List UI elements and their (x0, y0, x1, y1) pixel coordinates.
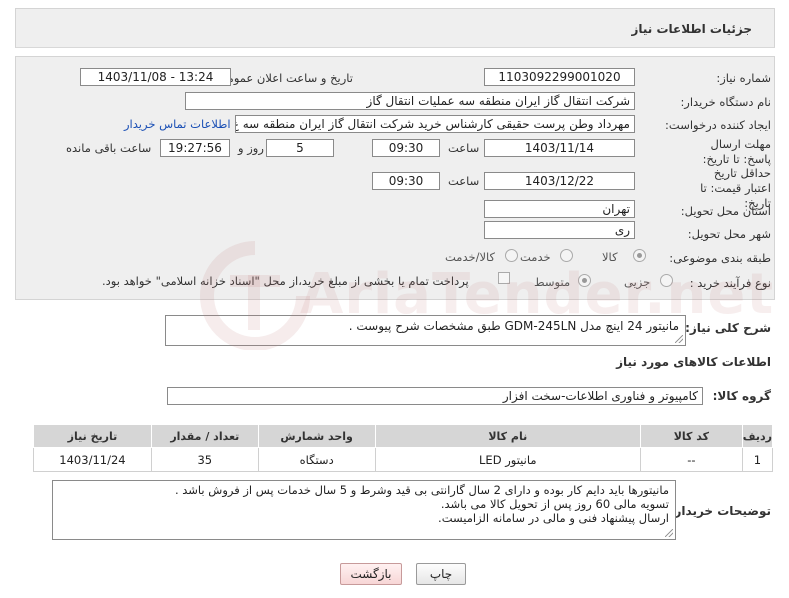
buyer-org-label: نام دستگاه خریدار: (680, 95, 771, 109)
buyer-org-field[interactable]: شرکت انتقال گاز ایران منطقه سه عملیات ان… (185, 92, 635, 110)
watermark-text: AriaTender.net (300, 262, 775, 327)
requester-field[interactable]: مهرداد وطن پرست حقیقی کارشناس خرید شرکت … (235, 115, 635, 133)
buyer-note-line-2: تسویه مالی 60 روز پس از تحویل کالا می با… (440, 497, 669, 511)
province-field[interactable]: تهران (484, 200, 635, 218)
price-validity-time-label: ساعت (448, 174, 480, 188)
buyer-notes-box[interactable]: مانیتورها باید دایم کار بوده و دارای 2 س… (52, 480, 676, 540)
cell-qty: 35 (150, 447, 259, 472)
deadline-days-label: روز و (238, 141, 264, 155)
deadline-time-label: ساعت (448, 141, 480, 155)
category-radio-goods-service[interactable] (505, 249, 518, 262)
cell-unit: دستگاه (257, 447, 376, 472)
page-header: جزئیات اطلاعات نیاز (15, 8, 775, 48)
deadline-date-field[interactable]: 1403/11/14 (484, 139, 635, 157)
category-radio-service[interactable] (560, 249, 573, 262)
deadline-time-field[interactable]: 09:30 (372, 139, 440, 157)
goods-group-label: گروه کالا: (712, 389, 771, 403)
announce-datetime-field[interactable]: 1403/11/08 - 13:24 (80, 68, 231, 86)
resize-handle-icon[interactable] (665, 529, 673, 537)
cell-code: -- (639, 447, 743, 472)
cell-date: 1403/11/24 (33, 447, 152, 472)
cell-name: مانیتور LED (374, 447, 641, 472)
buyer-note-line-3: ارسال پیشنهاد فنی و مالی در سامانه الزام… (438, 511, 669, 525)
cell-row-num: 1 (741, 447, 774, 472)
province-label: استان محل تحویل: (680, 204, 771, 218)
requester-label: ایجاد کننده درخواست: (665, 118, 771, 132)
buyer-notes-label: توضیحات خریدار: (669, 504, 771, 518)
goods-info-title: اطلاعات کالاهای مورد نیاز (616, 355, 771, 369)
city-field[interactable]: ری (484, 221, 635, 239)
deadline-label: مهلت ارسال پاسخ: تا تاریخ: (702, 137, 771, 166)
items-table: ردیف کد کالا نام کالا واحد شمارش تعداد /… (33, 424, 774, 472)
resize-handle-icon[interactable] (675, 335, 683, 343)
remaining-time-label: ساعت باقی مانده (66, 141, 152, 155)
city-label: شهر محل تحویل: (687, 227, 771, 241)
goods-group-field[interactable]: کامپیوتر و فناوری اطلاعات-سخت افزار (167, 387, 703, 405)
col-header-unit: واحد شمارش (257, 424, 376, 448)
buyer-contact-link[interactable]: اطلاعات تماس خریدار (124, 117, 231, 131)
back-button[interactable]: بازگشت (340, 563, 402, 585)
category-radio-goods[interactable] (633, 249, 646, 262)
need-number-field[interactable]: 1103092299001020 (484, 68, 635, 86)
col-header-name: نام کالا (374, 424, 641, 448)
col-header-row-num: ردیف (741, 424, 774, 448)
print-button[interactable]: چاپ (416, 563, 466, 585)
remaining-time-field[interactable]: 19:27:56 (160, 139, 230, 157)
page-title: جزئیات اطلاعات نیاز (631, 22, 752, 36)
table-header-row: ردیف کد کالا نام کالا واحد شمارش تعداد /… (33, 424, 774, 448)
col-header-code: کد کالا (639, 424, 743, 448)
price-validity-date-field[interactable]: 1403/12/22 (484, 172, 635, 190)
deadline-days-field[interactable]: 5 (266, 139, 334, 157)
price-validity-time-field[interactable]: 09:30 (372, 172, 440, 190)
buyer-note-line-1: مانیتورها باید دایم کار بوده و دارای 2 س… (174, 483, 669, 497)
need-number-label: شماره نیاز: (716, 71, 771, 85)
announce-datetime-label: تاریخ و ساعت اعلان عمومی: (214, 71, 353, 85)
col-header-date: تاریخ نیاز (33, 424, 152, 448)
table-row[interactable]: 1 -- مانیتور LED دستگاه 35 1403/11/24 (33, 447, 774, 472)
col-header-qty: تعداد / مقدار (150, 424, 259, 448)
